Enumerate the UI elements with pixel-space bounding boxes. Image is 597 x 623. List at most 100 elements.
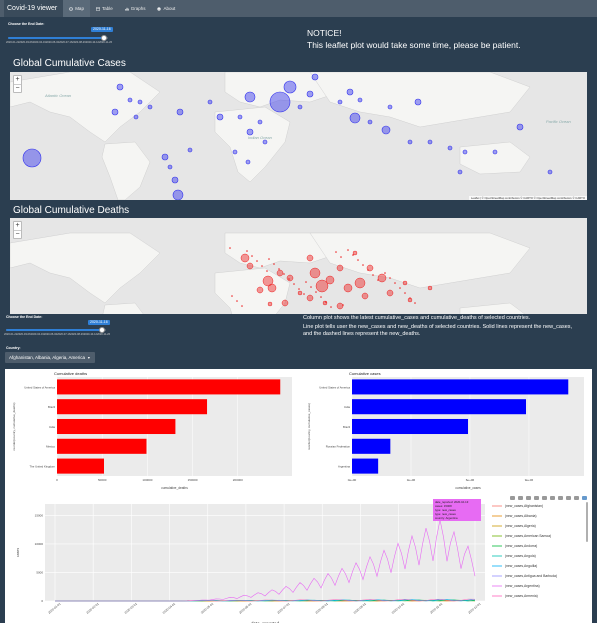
case-bubble[interactable]: [262, 139, 268, 145]
case-bubble[interactable]: [306, 90, 314, 98]
case-bubble[interactable]: [547, 169, 553, 175]
death-bubble[interactable]: [352, 250, 358, 256]
case-bubble[interactable]: [427, 139, 433, 145]
bar[interactable]: [57, 379, 281, 395]
case-bubble[interactable]: [245, 159, 251, 165]
map-attribution[interactable]: Leaflet | © OpenStreetMap contributors ©…: [468, 196, 587, 200]
death-bubble[interactable]: [336, 264, 344, 272]
death-bubble[interactable]: [286, 274, 294, 282]
cases-map-canvas[interactable]: [10, 72, 587, 200]
bar[interactable]: [352, 399, 526, 415]
case-bubble[interactable]: [137, 99, 143, 105]
case-bubble[interactable]: [346, 88, 354, 96]
bar[interactable]: [352, 379, 569, 395]
death-dot[interactable]: [377, 279, 379, 281]
death-dot[interactable]: [404, 292, 406, 294]
death-dot[interactable]: [352, 254, 354, 256]
death-bubble[interactable]: [256, 286, 264, 294]
zoom-in-button[interactable]: +: [14, 222, 21, 230]
death-dot[interactable]: [315, 291, 317, 293]
death-bubble[interactable]: [267, 283, 277, 293]
plot-toolbar-icon[interactable]: [518, 496, 523, 500]
country-select[interactable]: Afghanistan, Albania, Algeria, America ▼: [5, 352, 95, 363]
case-bubble[interactable]: [447, 145, 453, 151]
death-bubble[interactable]: [276, 269, 284, 277]
death-bubble[interactable]: [336, 302, 344, 310]
case-bubble[interactable]: [207, 99, 213, 105]
bar[interactable]: [352, 458, 379, 474]
death-dot[interactable]: [367, 269, 369, 271]
death-bubble[interactable]: [240, 253, 250, 263]
death-bubble[interactable]: [325, 275, 335, 285]
death-dot[interactable]: [266, 270, 268, 272]
plot-toolbar-icon[interactable]: [550, 496, 555, 500]
zoom-out-button[interactable]: −: [14, 230, 21, 238]
case-bubble[interactable]: [171, 176, 179, 184]
tab-about[interactable]: About: [151, 0, 181, 17]
legend-scrollbar[interactable]: [586, 502, 588, 542]
case-bubble[interactable]: [283, 80, 297, 94]
plot-toolbar-icon[interactable]: [534, 496, 539, 500]
case-bubble[interactable]: [167, 164, 173, 170]
case-bubble[interactable]: [462, 149, 468, 155]
death-dot[interactable]: [342, 304, 344, 306]
death-dot[interactable]: [273, 263, 275, 265]
new-cases-line-chart[interactable]: 0 5000 10000 15000 2020-01-01 2020-02-01 2020-…: [5, 494, 592, 623]
death-dot[interactable]: [325, 301, 327, 303]
tab-graphs[interactable]: Graphs: [119, 0, 152, 17]
bar[interactable]: [57, 399, 208, 415]
death-dot[interactable]: [372, 274, 374, 276]
death-dot[interactable]: [293, 283, 295, 285]
case-bubble[interactable]: [176, 108, 184, 116]
case-bubble[interactable]: [367, 119, 373, 125]
death-dot[interactable]: [409, 297, 411, 299]
plot-toolbar-icon[interactable]: [558, 496, 563, 500]
deaths-map-canvas[interactable]: [10, 218, 587, 314]
death-dot[interactable]: [320, 296, 322, 298]
death-dot[interactable]: [330, 306, 332, 308]
death-dot[interactable]: [399, 287, 401, 289]
death-dot[interactable]: [357, 259, 359, 261]
case-bubble[interactable]: [187, 147, 193, 153]
cases-map[interactable]: Atlantic Ocean Indian Ocean Pacific Ocea…: [10, 72, 587, 200]
death-dot[interactable]: [231, 295, 233, 297]
death-bubble[interactable]: [306, 254, 314, 262]
case-bubble[interactable]: [414, 98, 422, 106]
plot-toolbar-icon[interactable]: [510, 496, 515, 500]
case-bubble[interactable]: [349, 112, 361, 124]
death-dot[interactable]: [298, 288, 300, 290]
death-dot[interactable]: [335, 251, 337, 253]
death-dot[interactable]: [229, 247, 231, 249]
death-dot[interactable]: [268, 258, 270, 260]
map-date-slider[interactable]: [8, 37, 108, 39]
case-bubble[interactable]: [133, 114, 139, 120]
bar[interactable]: [57, 458, 104, 474]
app-brand[interactable]: Covid-19 viewer: [4, 0, 64, 17]
death-bubble[interactable]: [427, 285, 433, 291]
death-dot[interactable]: [251, 255, 253, 257]
death-dot[interactable]: [389, 277, 391, 279]
death-dot[interactable]: [362, 264, 364, 266]
case-bubble[interactable]: [311, 73, 319, 81]
case-bubble[interactable]: [216, 113, 224, 121]
case-bubble[interactable]: [387, 104, 393, 110]
case-bubble[interactable]: [516, 123, 524, 131]
case-bubble[interactable]: [407, 139, 413, 145]
case-bubble[interactable]: [232, 149, 238, 155]
case-bubble[interactable]: [492, 149, 498, 155]
case-bubble[interactable]: [111, 108, 119, 116]
death-bubble[interactable]: [281, 299, 289, 307]
death-dot[interactable]: [278, 268, 280, 270]
death-bubble[interactable]: [297, 290, 303, 296]
tab-map[interactable]: Map: [63, 0, 90, 17]
case-bubble[interactable]: [172, 189, 184, 200]
death-dot[interactable]: [414, 302, 416, 304]
bar[interactable]: [57, 438, 147, 454]
case-bubble[interactable]: [161, 153, 169, 161]
death-dot[interactable]: [310, 286, 312, 288]
case-bubble[interactable]: [244, 91, 256, 103]
death-dot[interactable]: [246, 250, 248, 252]
death-dot[interactable]: [241, 305, 243, 307]
death-bubble[interactable]: [306, 294, 314, 302]
death-bubble[interactable]: [309, 267, 321, 279]
